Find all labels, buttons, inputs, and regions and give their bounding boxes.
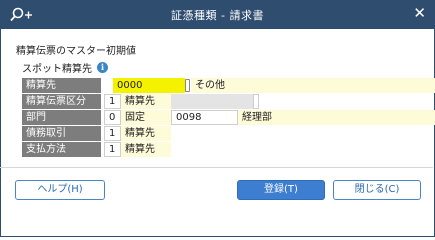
settlement-slip-type-text: 精算先 (121, 94, 171, 109)
debt-transaction-text: 精算先 (121, 126, 171, 141)
department-name: 経理部 (238, 110, 435, 125)
info-icon[interactable]: i (97, 62, 108, 73)
label-settlement-slip-type: 精算伝票区分 (22, 94, 101, 109)
settlement-slip-type-empty (171, 94, 253, 109)
label-settlement-partner: 精算先 (22, 78, 101, 93)
settlement-partner-code-input[interactable]: 0000 (113, 78, 185, 93)
settlement-partner-name: その他 (191, 78, 435, 93)
payment-method-text: 精算先 (121, 142, 171, 157)
close-button[interactable]: 閉じる(C) (333, 180, 421, 200)
sub-title-label: スポット精算先 (22, 64, 92, 75)
debt-transaction-input[interactable]: 1 (104, 126, 121, 141)
footer-divider (0, 167, 433, 168)
title-bar: 証憑種類 - 請求書 ✕ (0, 0, 435, 29)
settlement-slip-type-input[interactable]: 1 (104, 94, 121, 109)
label-payment-method: 支払方法 (22, 142, 101, 157)
lookup-handle[interactable] (185, 79, 190, 92)
close-icon[interactable]: ✕ (413, 4, 426, 22)
label-department: 部門 (22, 110, 101, 125)
label-debt-transaction: 債務取引 (22, 126, 101, 141)
settlement-slip-type-small-input[interactable] (253, 94, 259, 109)
sub-title: スポット精算先 i (22, 60, 108, 75)
save-button[interactable]: 登録(T) (237, 180, 325, 200)
payment-method-input[interactable]: 1 (104, 142, 121, 157)
section-title: 精算伝票のマスター初期値 (16, 46, 136, 57)
department-number-input[interactable]: 0 (104, 110, 121, 125)
department-code-input[interactable]: 0098 (171, 110, 238, 125)
help-button[interactable]: ヘルプ(H) (15, 180, 105, 200)
window-title: 証憑種類 - 請求書 (171, 9, 264, 22)
department-mode: 固定 (121, 110, 171, 125)
